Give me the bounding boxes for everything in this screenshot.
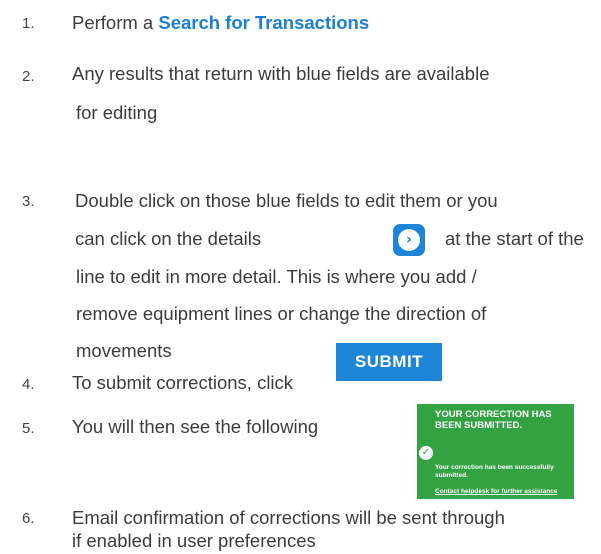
step-6-line-1: Email confirmation of corrections will b… bbox=[72, 507, 505, 528]
step-1-text: Perform a Search for Transactions bbox=[72, 12, 369, 34]
confirmation-banner: YOUR CORRECTION HAS BEEN SUBMITTED. ✓ Yo… bbox=[417, 404, 574, 499]
step-number: 3. bbox=[22, 193, 35, 210]
confirmation-title: YOUR CORRECTION HAS BEEN SUBMITTED. bbox=[435, 409, 552, 431]
step-3-line-2a: can click on the details bbox=[75, 228, 262, 249]
contact-helpdesk-link[interactable]: Contact helpdesk for further assistance bbox=[435, 488, 557, 495]
step-number: 6. bbox=[22, 510, 35, 527]
check-icon: ✓ bbox=[419, 446, 433, 460]
step-number: 2. bbox=[22, 68, 35, 85]
confirmation-message: Your correction has been successfully su… bbox=[435, 464, 554, 479]
step-3-line-3: line to edit in more detail. This is whe… bbox=[76, 266, 477, 287]
step-6-line-2: if enabled in user preferences bbox=[72, 530, 316, 551]
chevron-right-icon: › bbox=[398, 229, 420, 251]
step-3-line-4: remove equipment lines or change the dir… bbox=[76, 303, 487, 324]
details-button[interactable]: › bbox=[393, 224, 425, 256]
step-5-text: You will then see the following bbox=[72, 416, 319, 437]
search-for-transactions-link[interactable]: Search for Transactions bbox=[158, 12, 369, 33]
step-4-text: To submit corrections, click bbox=[72, 372, 294, 393]
step-2-line-1: Any results that return with blue fields… bbox=[72, 63, 490, 84]
step-2-line-2: for editing bbox=[76, 102, 158, 123]
step-3-line-1: Double click on those blue fields to edi… bbox=[75, 190, 498, 211]
submit-button[interactable]: SUBMIT bbox=[336, 343, 442, 381]
step-number: 1. bbox=[22, 15, 35, 32]
step-number: 5. bbox=[22, 420, 35, 437]
step-3-line-5: movements bbox=[76, 340, 172, 361]
step-3-line-2b: at the start of the bbox=[445, 228, 584, 249]
step-number: 4. bbox=[22, 376, 35, 393]
step-1-prefix: Perform a bbox=[72, 12, 159, 33]
